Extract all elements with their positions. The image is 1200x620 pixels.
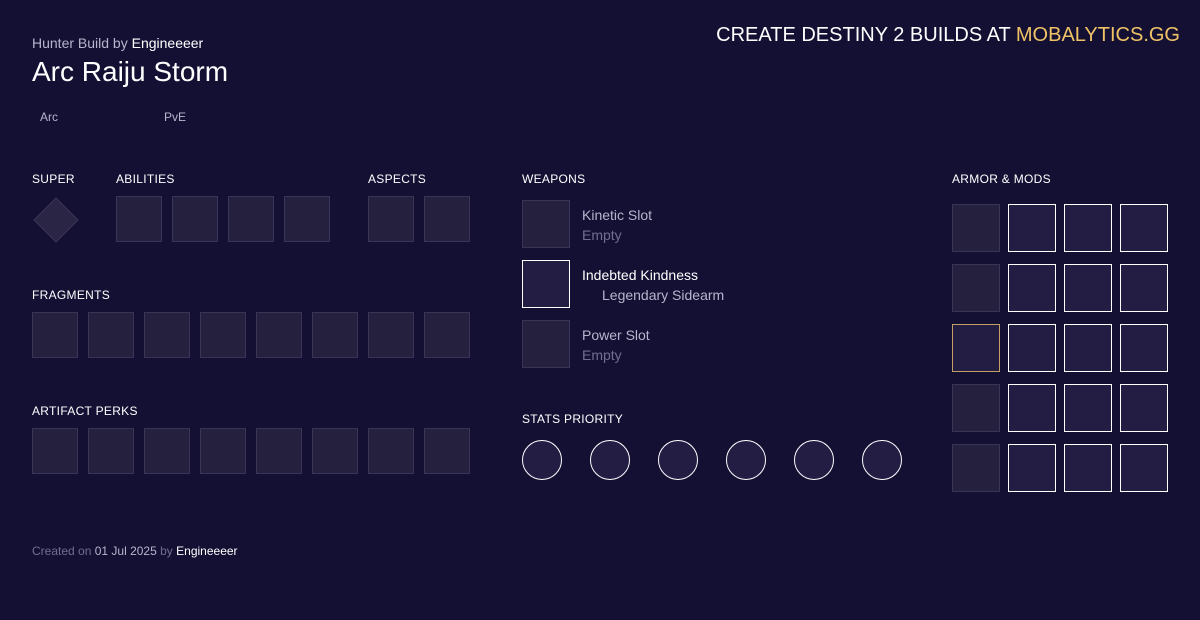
ability-slot[interactable]: [172, 196, 218, 242]
armor-mod-slot[interactable]: [1064, 264, 1112, 312]
armor-mod-slot[interactable]: [1008, 264, 1056, 312]
weapon-power-name: Power Slot: [582, 327, 650, 343]
armor-mod-slot[interactable]: [1008, 204, 1056, 252]
fragment-slot[interactable]: [200, 312, 246, 358]
section-label-abilities: ABILITIES: [116, 172, 175, 186]
build-author[interactable]: Engineeeer: [132, 35, 204, 51]
artifact-perk-slot[interactable]: [200, 428, 246, 474]
tag-element: Arc: [40, 110, 58, 124]
promo-site-link[interactable]: MOBALYTICS.GG: [1016, 24, 1180, 46]
weapon-power-status: Empty: [582, 347, 622, 363]
artifact-perk-slot[interactable]: [256, 428, 302, 474]
stat-priority-slot[interactable]: [794, 440, 834, 480]
stat-priority-slot[interactable]: [522, 440, 562, 480]
weapon-energy-name[interactable]: Indebted Kindness: [582, 267, 698, 283]
section-label-artifact-perks: ARTIFACT PERKS: [32, 404, 138, 418]
armor-mod-slot[interactable]: [1008, 444, 1056, 492]
section-label-super: SUPER: [32, 172, 75, 186]
stat-priority-slot[interactable]: [862, 440, 902, 480]
stat-priority-slot[interactable]: [726, 440, 766, 480]
footer-created: Created on 01 Jul 2025 by Engineeeer: [32, 544, 238, 558]
weapon-energy-slot[interactable]: [522, 260, 570, 308]
tag-mode: PvE: [164, 110, 187, 124]
stat-priority-slot[interactable]: [590, 440, 630, 480]
section-label-stats-priority: STATS PRIORITY: [522, 412, 624, 426]
fragment-slot[interactable]: [32, 312, 78, 358]
armor-class-item-slot[interactable]: [952, 444, 1000, 492]
armor-helmet-slot[interactable]: [952, 204, 1000, 252]
weapon-energy-type: Legendary Sidearm: [602, 287, 725, 303]
weapon-kinetic-name: Kinetic Slot: [582, 207, 653, 223]
artifact-perk-slot[interactable]: [88, 428, 134, 474]
section-label-weapons: WEAPONS: [522, 172, 586, 186]
aspect-slot[interactable]: [424, 196, 470, 242]
build-class-label: Hunter Build by: [32, 35, 128, 51]
armor-mod-slot[interactable]: [1064, 384, 1112, 432]
armor-mod-slot[interactable]: [1064, 204, 1112, 252]
promo-text: CREATE DESTINY 2 BUILDS AT: [716, 24, 1011, 46]
fragment-slot[interactable]: [424, 312, 470, 358]
artifact-perk-slot[interactable]: [32, 428, 78, 474]
footer-author[interactable]: Engineeeer: [176, 544, 237, 558]
armor-mod-slot[interactable]: [1120, 204, 1168, 252]
artifact-perk-slot[interactable]: [424, 428, 470, 474]
armor-gauntlets-slot[interactable]: [952, 264, 1000, 312]
fragment-slot[interactable]: [144, 312, 190, 358]
artifact-perk-slot[interactable]: [312, 428, 358, 474]
armor-chest-exotic-slot[interactable]: [952, 324, 1000, 372]
fragment-slot[interactable]: [256, 312, 302, 358]
footer-created-label: Created on: [32, 544, 92, 558]
promo-banner: CREATE DESTINY 2 BUILDS AT MOBALYTICS.GG: [716, 24, 1180, 47]
fragment-slot[interactable]: [312, 312, 358, 358]
aspect-slot[interactable]: [368, 196, 414, 242]
armor-mod-slot[interactable]: [1008, 384, 1056, 432]
footer-by-label: by: [160, 544, 173, 558]
armor-mod-slot[interactable]: [1120, 324, 1168, 372]
section-label-aspects: ASPECTS: [368, 172, 427, 186]
ability-slot[interactable]: [284, 196, 330, 242]
ability-slot[interactable]: [116, 196, 162, 242]
build-byline: Hunter Build by Engineeeer: [32, 35, 203, 51]
armor-mod-slot[interactable]: [1120, 444, 1168, 492]
fragment-slot[interactable]: [368, 312, 414, 358]
armor-mod-slot[interactable]: [1064, 444, 1112, 492]
armor-mod-slot[interactable]: [1120, 384, 1168, 432]
section-label-armor-mods: ARMOR & MODS: [952, 172, 1051, 186]
footer-date: 01 Jul 2025: [94, 544, 157, 558]
weapon-kinetic-slot[interactable]: [522, 200, 570, 248]
armor-legs-slot[interactable]: [952, 384, 1000, 432]
weapon-power-slot[interactable]: [522, 320, 570, 368]
stat-priority-slot[interactable]: [658, 440, 698, 480]
armor-mod-slot[interactable]: [1120, 264, 1168, 312]
ability-slot[interactable]: [228, 196, 274, 242]
artifact-perk-slot[interactable]: [144, 428, 190, 474]
super-slot[interactable]: [33, 197, 79, 243]
section-label-fragments: FRAGMENTS: [32, 288, 111, 302]
armor-mod-slot[interactable]: [1008, 324, 1056, 372]
fragment-slot[interactable]: [88, 312, 134, 358]
build-title: Arc Raiju Storm: [32, 56, 229, 87]
armor-mod-slot[interactable]: [1064, 324, 1112, 372]
weapon-kinetic-status: Empty: [582, 227, 622, 243]
artifact-perk-slot[interactable]: [368, 428, 414, 474]
